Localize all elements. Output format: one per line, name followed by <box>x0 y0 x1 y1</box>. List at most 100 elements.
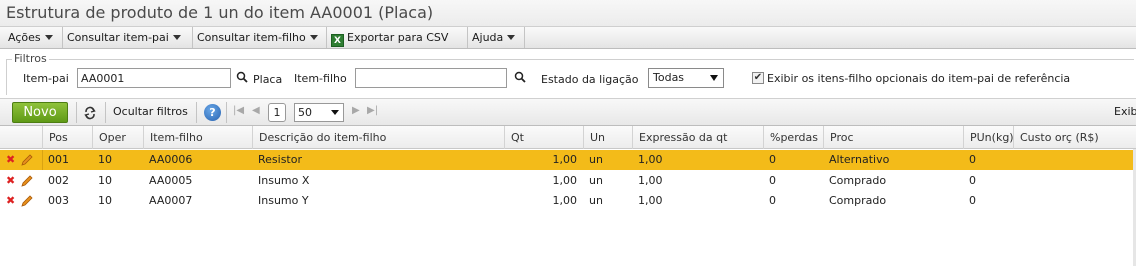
cell-custo <box>1013 191 1133 211</box>
cell-qt: 1,00 <box>552 194 578 207</box>
table-row[interactable]: ✖ 003 10 AA0007 Insumo Y 1,00 un 1,00 0 … <box>0 191 1136 211</box>
novo-button[interactable]: Novo <box>12 102 68 123</box>
help-icon[interactable]: ? <box>204 104 221 121</box>
next-page-icon[interactable]: ▶ <box>352 105 360 116</box>
grid-header: Pos Oper Item-filho Descrição do item-fi… <box>0 126 1136 149</box>
estado-ligacao-value: Todas <box>653 71 685 84</box>
menu-acoes-label: Ações <box>8 31 41 44</box>
cell-expressao: 1,00 <box>638 194 663 207</box>
column-header-perdas[interactable]: %perdas <box>763 126 823 149</box>
menu-ajuda[interactable]: Ajuda <box>468 27 525 48</box>
cell-perdas: 0 <box>769 153 776 166</box>
estado-ligacao-label: Estado da ligação <box>541 73 639 86</box>
column-header-oper[interactable]: Oper <box>92 126 143 149</box>
search-icon[interactable] <box>236 71 248 83</box>
estado-ligacao-select[interactable]: Todas <box>648 68 724 88</box>
export-csv-label: Exportar para CSV <box>347 31 449 44</box>
cell-descricao: Resistor <box>258 153 302 166</box>
column-header-descricao[interactable]: Descrição do item-filho <box>252 126 504 149</box>
chevron-down-icon <box>309 35 318 40</box>
item-pai-description: Placa <box>253 73 283 86</box>
toolbar-divider <box>105 102 106 123</box>
excel-icon: X <box>331 34 344 47</box>
column-header-qt[interactable]: Qt <box>504 126 583 149</box>
menu-consultar-item-filho[interactable]: Consultar item-filho <box>193 27 327 48</box>
edit-pencil-icon[interactable] <box>20 194 34 208</box>
column-header-item-filho[interactable]: Item-filho <box>143 126 252 149</box>
column-header-expressao[interactable]: Expressão da qt <box>632 126 763 149</box>
chevron-down-icon <box>710 75 718 81</box>
cell-qt: 1,00 <box>552 174 578 187</box>
cell-custo <box>1013 171 1133 191</box>
chevron-down-icon <box>507 35 516 40</box>
cell-pos: 003 <box>48 194 69 207</box>
cell-pun: 0 <box>969 174 976 187</box>
menu-bar: Ações Consultar item-pai Consultar item-… <box>0 27 1136 49</box>
item-pai-label: Item-pai <box>23 72 69 85</box>
chevron-down-icon <box>44 35 53 40</box>
window-title: Estrutura de produto de 1 un do item AA0… <box>6 3 434 22</box>
cell-item-filho: AA0007 <box>149 194 193 207</box>
toolbar-divider <box>196 102 197 123</box>
cell-item-filho: AA0006 <box>149 153 193 166</box>
menu-consultar-pai-label: Consultar item-pai <box>67 31 169 44</box>
cell-proc: Alternativo <box>829 153 890 166</box>
menu-ajuda-label: Ajuda <box>472 31 504 44</box>
first-page-icon[interactable]: |◀ <box>233 105 244 116</box>
cell-oper: 10 <box>98 174 112 187</box>
page-size-value: 50 <box>298 106 312 119</box>
title-bar: Estrutura de produto de 1 un do item AA0… <box>0 0 1136 27</box>
last-page-icon[interactable]: ▶| <box>367 105 378 116</box>
cell-item-filho: AA0005 <box>149 174 193 187</box>
cell-un: un <box>589 174 603 187</box>
edit-pencil-icon[interactable] <box>20 153 34 167</box>
item-filho-label: Item-filho <box>294 72 347 85</box>
column-header-un[interactable]: Un <box>583 126 632 149</box>
table-row[interactable]: ✖ 001 10 AA0006 Resistor 1,00 un 1,00 0 … <box>0 150 1136 170</box>
cell-un: un <box>589 153 603 166</box>
menu-acoes[interactable]: Ações <box>4 27 63 48</box>
chevron-down-icon <box>172 35 181 40</box>
grid-toolbar: Novo Ocultar filtros ? |◀ ◀ 1 50 ▶ ▶| Ex… <box>0 98 1136 126</box>
exibir-truncated-button[interactable]: Exib <box>1114 105 1136 118</box>
cell-pos: 001 <box>48 153 69 166</box>
export-csv-button[interactable]: X Exportar para CSV <box>327 27 468 48</box>
page-size-select[interactable]: 50 <box>294 103 344 122</box>
cell-qt: 1,00 <box>552 153 578 166</box>
cell-oper: 10 <box>98 153 112 166</box>
cell-custo <box>1013 150 1133 170</box>
column-header-pos[interactable]: Pos <box>42 126 92 149</box>
exibir-opcionais-label: Exibir os itens-filho opcionais do item-… <box>767 72 1071 85</box>
column-header-proc[interactable]: Proc <box>823 126 963 149</box>
cell-expressao: 1,00 <box>638 174 663 187</box>
chevron-down-icon <box>331 110 339 115</box>
cell-expressao: 1,00 <box>638 153 663 166</box>
cell-proc: Comprado <box>829 174 887 187</box>
table-row[interactable]: ✖ 002 10 AA0005 Insumo X 1,00 un 1,00 0 … <box>0 171 1136 191</box>
toolbar-divider <box>226 102 227 123</box>
previous-page-icon[interactable]: ◀ <box>252 105 260 116</box>
exibir-opcionais-checkbox[interactable]: ✔ <box>752 72 764 84</box>
delete-icon[interactable]: ✖ <box>6 154 15 166</box>
cell-perdas: 0 <box>769 194 776 207</box>
refresh-icon[interactable] <box>83 106 97 120</box>
cell-pos: 002 <box>48 174 69 187</box>
delete-icon[interactable]: ✖ <box>6 175 15 187</box>
cell-descricao: Insumo X <box>258 174 310 187</box>
item-pai-input[interactable] <box>77 68 231 88</box>
menu-consultar-item-pai[interactable]: Consultar item-pai <box>63 27 193 48</box>
menu-consultar-filho-label: Consultar item-filho <box>197 31 306 44</box>
cell-pun: 0 <box>969 153 976 166</box>
column-header-custo[interactable]: Custo orç (R$) <box>1013 126 1133 149</box>
cell-oper: 10 <box>98 194 112 207</box>
edit-pencil-icon[interactable] <box>20 174 34 188</box>
delete-icon[interactable]: ✖ <box>6 195 15 207</box>
item-filho-input[interactable] <box>355 68 507 88</box>
page-number-input[interactable]: 1 <box>268 103 286 122</box>
toolbar-divider <box>76 102 77 123</box>
search-icon[interactable] <box>514 71 526 83</box>
ocultar-filtros-button[interactable]: Ocultar filtros <box>113 105 188 118</box>
cell-un: un <box>589 194 603 207</box>
filters-legend: Filtros <box>12 52 49 65</box>
column-header-pun[interactable]: PUn(kg) <box>963 126 1013 149</box>
